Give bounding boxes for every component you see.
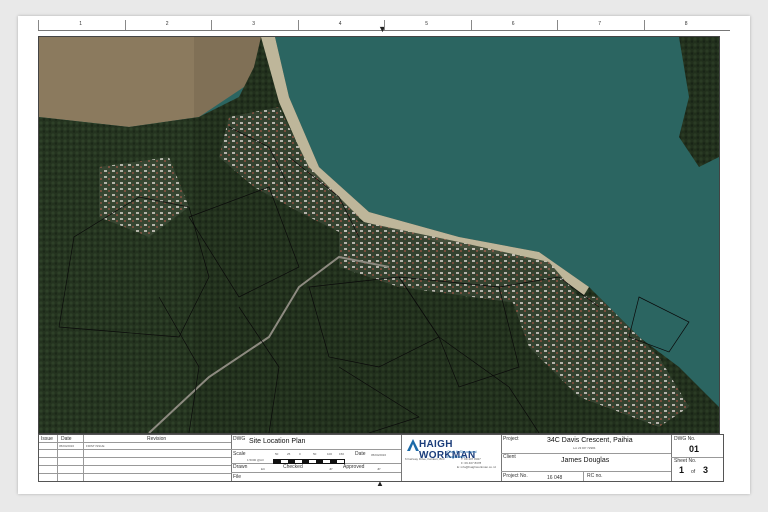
- rc-label: RC no.: [587, 473, 603, 479]
- column-ruler: ▼ 1 2 3 4 5 6 7 8: [38, 20, 730, 34]
- drawing-info-section: DWG Site Location Plan Scale 1:5000 @A3 …: [231, 435, 402, 481]
- scalebar-label: 50: [313, 452, 317, 456]
- scalebar-label: 150: [339, 452, 345, 456]
- date-label: Date: [355, 451, 366, 457]
- ruler-tick: [643, 20, 645, 30]
- dwg-no-label: DWG No.: [674, 436, 696, 442]
- client-label: Client: [503, 454, 516, 460]
- issue-header: Issue: [41, 436, 53, 442]
- aerial-image: [39, 37, 719, 433]
- ruler-column-number: 6: [511, 21, 515, 27]
- sheet-section: DWG No. 01 Sheet No. 1 of 3: [671, 435, 723, 481]
- scale-label: Scale: [233, 451, 246, 457]
- approved-label: Approved: [343, 464, 365, 470]
- date-value: 05/04/2016: [371, 453, 387, 457]
- drawn-label: Drawn: [233, 464, 248, 470]
- scalebar-label: 25: [287, 452, 291, 456]
- bottom-center-triangle-icon: ▲: [376, 479, 384, 488]
- firm-email: E: info@haighworkman.co.nz: [457, 465, 497, 469]
- project-lot: Lot 23 DP 72984: [573, 446, 596, 450]
- approved-value: JP: [377, 467, 381, 471]
- project-section: Project 34C Davis Crescent, Paihia Lot 2…: [501, 435, 672, 481]
- ruler-column-number: 2: [165, 21, 169, 27]
- ruler-tick: [297, 20, 299, 30]
- ruler-tick: [557, 20, 558, 30]
- ruler-tick: [211, 20, 212, 30]
- ruler-tick: [384, 20, 385, 30]
- logo-mark-icon: [407, 439, 419, 451]
- project-no-label: Project No.: [503, 473, 528, 479]
- revision-date: 05/04/2016: [59, 444, 75, 448]
- sheet-value: 1: [679, 465, 685, 475]
- ruler-tick: [38, 20, 39, 30]
- checked-label: Checked: [283, 464, 303, 470]
- scalebar-label: 50: [275, 452, 279, 456]
- scalebar-label: 0: [299, 452, 301, 456]
- sheet-of: of: [691, 469, 696, 475]
- project-no-value: 16 048: [547, 475, 563, 481]
- dwg-label: DWG: [233, 436, 246, 442]
- date-header: Date: [61, 436, 72, 442]
- project-value: 34C Davis Crescent, Paihia: [547, 437, 633, 444]
- scale-value: 1:5000 @A3: [247, 458, 264, 462]
- firm-section: HAIGH WORKMAN Civil & Structural Enginee…: [401, 435, 502, 481]
- ruler-column-number: 8: [684, 21, 688, 27]
- ruler-column-number: 1: [79, 21, 83, 27]
- dwg-no-value: 01: [689, 444, 700, 454]
- revision-section: Issue Date Revision 05/04/2016 FIRST ISS…: [39, 435, 232, 481]
- client-value: James Douglas: [561, 457, 610, 464]
- aerial-site-map: [38, 36, 720, 434]
- file-label: File: [233, 474, 242, 480]
- sheet-no-label: Sheet No.: [674, 458, 697, 464]
- ruler-column-number: 5: [425, 21, 429, 27]
- firm-address: 6 Fairway Drive, Kerikeri, BOI: [405, 457, 445, 461]
- revision-header: Revision: [147, 436, 167, 442]
- scalebar-label: 100: [327, 452, 333, 456]
- dwg-title: Site Location Plan: [249, 438, 306, 445]
- sheet-total: 3: [703, 465, 709, 475]
- ruler-column-number: 3: [252, 21, 256, 27]
- project-label: Project: [503, 436, 519, 442]
- revision-text: FIRST ISSUE: [86, 444, 105, 448]
- ruler-column-number: 4: [338, 21, 342, 27]
- firm-logo: HAIGH WORKMAN Civil & Structural Enginee…: [407, 439, 493, 461]
- ruler-tick: [470, 20, 472, 30]
- checked-value: JP: [329, 467, 333, 471]
- ruler-column-number: 7: [598, 21, 602, 27]
- center-triangle-icon: ▼: [378, 24, 387, 34]
- drawing-sheet: ▼ 1 2 3 4 5 6 7 8 Issue Date Revision 05/04/201…: [18, 16, 750, 494]
- ruler-tick: [124, 20, 126, 30]
- title-block: Issue Date Revision 05/04/2016 FIRST ISS…: [38, 434, 724, 482]
- drawn-value: EC: [261, 467, 266, 471]
